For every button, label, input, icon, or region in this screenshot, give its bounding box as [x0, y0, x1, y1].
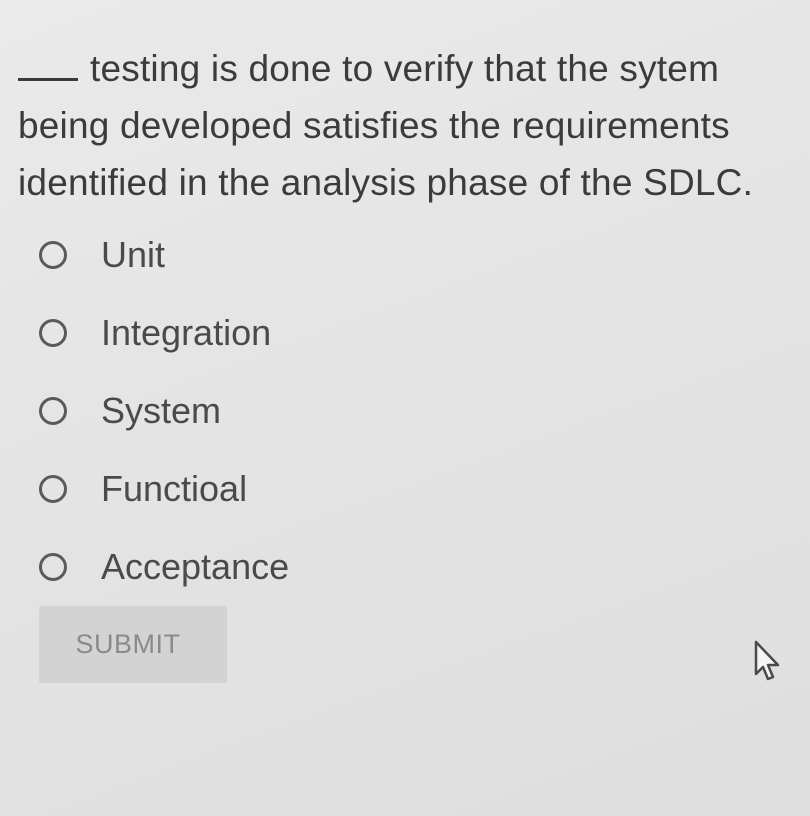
radio-button[interactable] [39, 319, 67, 347]
option-unit[interactable]: Unit [36, 216, 536, 294]
option-acceptance[interactable]: Acceptance [36, 528, 536, 606]
radio-button[interactable] [39, 397, 67, 425]
radio-button[interactable] [39, 475, 67, 503]
option-system[interactable]: System [36, 372, 536, 450]
option-functional[interactable]: Functioal [36, 450, 536, 528]
option-integration[interactable]: Integration [36, 294, 536, 372]
radio-button[interactable] [39, 241, 67, 269]
radio-button[interactable] [39, 553, 67, 581]
option-label: Unit [101, 234, 166, 275]
option-label: Acceptance [101, 546, 290, 587]
answer-options: Unit Integration System Functioal Accept… [36, 216, 536, 606]
option-label: Functioal [101, 468, 248, 509]
option-label: Integration [101, 312, 272, 353]
question-text: testing is done to verify that the sytem… [18, 40, 778, 211]
mouse-pointer-icon [754, 640, 780, 681]
fill-in-blank [18, 68, 78, 81]
option-label: System [101, 390, 222, 431]
question-body: testing is done to verify that the sytem… [18, 48, 754, 203]
submit-button[interactable]: SUBMIT [39, 606, 227, 683]
